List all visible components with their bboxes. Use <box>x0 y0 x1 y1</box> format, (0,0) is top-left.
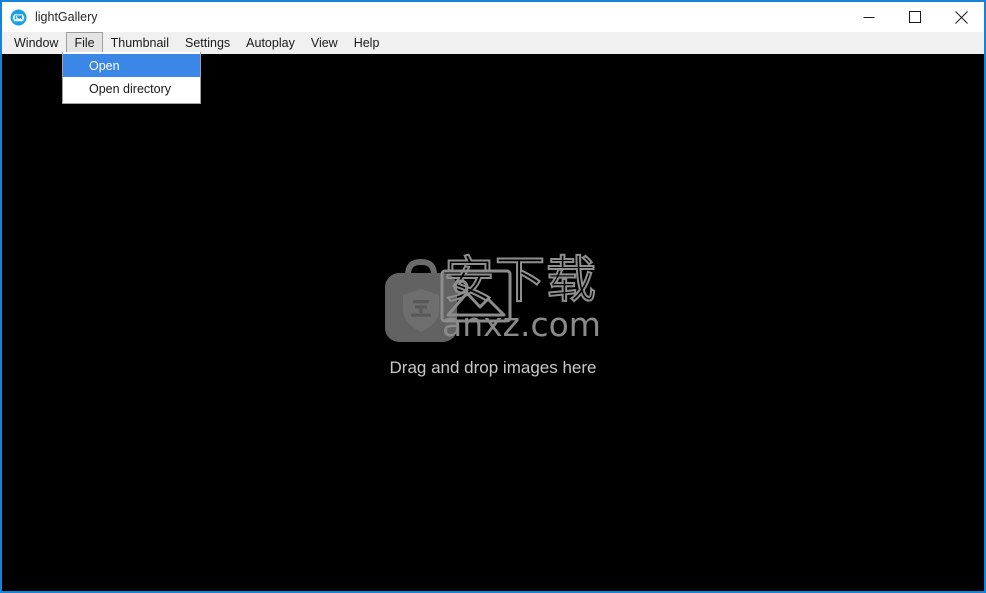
watermark-characters: 安下载 <box>443 251 597 309</box>
menu-option-open[interactable]: Open <box>63 54 200 77</box>
close-icon <box>954 10 968 24</box>
window-controls <box>846 2 984 32</box>
maximize-icon <box>909 11 921 23</box>
watermark-url: anxz.com <box>442 305 601 344</box>
minimize-button[interactable] <box>846 2 892 32</box>
gallery-canvas[interactable]: 安下载 anxz.com Drag and drop images here <box>2 54 984 591</box>
window-title: lightGallery <box>35 9 98 24</box>
close-button[interactable] <box>938 2 984 32</box>
minimize-icon <box>863 17 875 18</box>
drag-drop-hint: Drag and drop images here <box>389 358 597 377</box>
menu-option-open-directory[interactable]: Open directory <box>63 77 200 100</box>
application-window: lightGallery Window File Thumbnail Setti… <box>0 0 986 593</box>
empty-state: 安下载 anxz.com Drag and drop images here <box>2 251 984 378</box>
title-bar: lightGallery <box>2 0 984 32</box>
menu-item-settings[interactable]: Settings <box>177 32 238 54</box>
watermark: 安下载 anxz.com <box>440 251 604 349</box>
menu-bar: Window File Thumbnail Settings Autoplay … <box>2 32 984 54</box>
empty-state-artwork: 安下载 anxz.com <box>382 251 604 349</box>
menu-item-window[interactable]: Window <box>6 32 66 54</box>
menu-item-thumbnail[interactable]: Thumbnail <box>103 32 177 54</box>
menu-item-help[interactable]: Help <box>346 32 388 54</box>
maximize-button[interactable] <box>892 2 938 32</box>
file-menu-dropdown: Open Open directory <box>62 52 201 104</box>
menu-item-file[interactable]: File <box>66 32 103 54</box>
gallery-app-icon <box>10 9 27 25</box>
menu-item-autoplay[interactable]: Autoplay <box>238 32 303 54</box>
title-bar-left: lightGallery <box>2 2 846 32</box>
menu-item-view[interactable]: View <box>303 32 346 54</box>
